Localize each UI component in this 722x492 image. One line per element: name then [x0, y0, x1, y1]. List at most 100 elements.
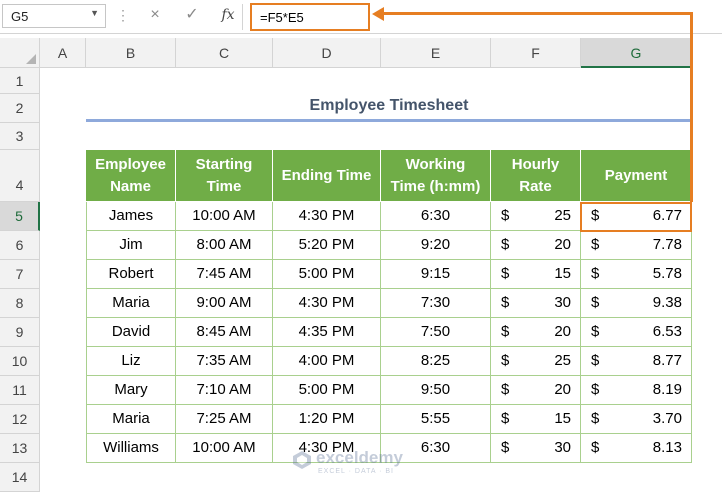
- table-cell-name[interactable]: James: [86, 202, 176, 231]
- cancel-icon[interactable]: ×: [145, 5, 165, 25]
- table-cell-start[interactable]: 9:00 AM: [176, 289, 273, 318]
- table-cell-pay[interactable]: $6.53: [581, 318, 692, 347]
- sheet-title[interactable]: Employee Timesheet: [86, 97, 692, 115]
- cell-value: 8.13: [652, 439, 682, 456]
- table-cell-work[interactable]: 6:30: [381, 202, 491, 231]
- row-header-11[interactable]: 11: [0, 376, 40, 405]
- watermark-name: exceldemy: [316, 448, 403, 467]
- table-cell-name[interactable]: David: [86, 318, 176, 347]
- table-cell-name[interactable]: Liz: [86, 347, 176, 376]
- column-header-a[interactable]: A: [40, 38, 86, 68]
- currency-symbol: $: [501, 323, 510, 340]
- header-text: Hourly: [511, 155, 560, 173]
- table-cell-end[interactable]: 5:20 PM: [273, 231, 381, 260]
- table-cell-pay[interactable]: $8.19: [581, 376, 692, 405]
- column-header-d[interactable]: D: [273, 38, 381, 68]
- row-header-12[interactable]: 12: [0, 405, 40, 434]
- cell-value: 25: [554, 207, 571, 224]
- table-cell-start[interactable]: 7:45 AM: [176, 260, 273, 289]
- row-header-6[interactable]: 6: [0, 231, 40, 260]
- table-cell-pay[interactable]: $7.78: [581, 231, 692, 260]
- table-cell-work[interactable]: 5:55: [381, 405, 491, 434]
- header-hourly-rate[interactable]: Hourly Rate: [491, 150, 581, 202]
- row-header-2[interactable]: 2: [0, 94, 40, 123]
- column-header-c[interactable]: C: [176, 38, 273, 68]
- name-box[interactable]: G5 ▼: [2, 4, 106, 28]
- enter-icon[interactable]: ✓: [182, 5, 202, 25]
- table-cell-end[interactable]: 5:00 PM: [273, 260, 381, 289]
- table-cell-name[interactable]: Maria: [86, 405, 176, 434]
- row-header-1[interactable]: 1: [0, 68, 40, 94]
- table-cell-rate[interactable]: $25: [491, 202, 581, 231]
- table-cell-rate[interactable]: $20: [491, 318, 581, 347]
- table-cell-end[interactable]: 1:20 PM: [273, 405, 381, 434]
- table-cell-pay[interactable]: $8.13: [581, 434, 692, 463]
- column-header-e[interactable]: E: [381, 38, 491, 68]
- row-header-8[interactable]: 8: [0, 289, 40, 318]
- table-cell-pay[interactable]: $5.78: [581, 260, 692, 289]
- cell-value: 20: [554, 236, 571, 253]
- table-cell-work[interactable]: 7:30: [381, 289, 491, 318]
- table-cell-rate[interactable]: $20: [491, 376, 581, 405]
- table-cell-work[interactable]: 9:50: [381, 376, 491, 405]
- table-cell-name[interactable]: Jim: [86, 231, 176, 260]
- table-cell-work[interactable]: 9:15: [381, 260, 491, 289]
- row-header-4[interactable]: 4: [0, 150, 40, 202]
- table-cell-rate[interactable]: $15: [491, 405, 581, 434]
- header-working-time[interactable]: Working Time (h:mm): [381, 150, 491, 202]
- select-all-button[interactable]: [0, 38, 40, 68]
- table-cell-start[interactable]: 8:45 AM: [176, 318, 273, 347]
- currency-symbol: $: [501, 294, 510, 311]
- header-ending-time[interactable]: Ending Time: [273, 150, 381, 202]
- header-text: Time (h:mm): [390, 177, 481, 195]
- chevron-down-icon[interactable]: ▼: [90, 8, 99, 18]
- table-cell-start[interactable]: 7:10 AM: [176, 376, 273, 405]
- header-payment[interactable]: Payment: [581, 150, 692, 202]
- table-cell-work[interactable]: 8:25: [381, 347, 491, 376]
- header-text: Rate: [519, 177, 552, 195]
- cell-value: 20: [554, 381, 571, 398]
- table-cell-name[interactable]: Robert: [86, 260, 176, 289]
- row-header-5[interactable]: 5: [0, 202, 40, 231]
- table-cell-rate[interactable]: $30: [491, 289, 581, 318]
- cell-value: 7.78: [652, 236, 682, 253]
- header-starting-time[interactable]: Starting Time: [176, 150, 273, 202]
- row-header-7[interactable]: 7: [0, 260, 40, 289]
- table-cell-start[interactable]: 7:35 AM: [176, 347, 273, 376]
- column-header-g[interactable]: G: [581, 38, 692, 68]
- table-cell-end[interactable]: 4:35 PM: [273, 318, 381, 347]
- table-cell-rate[interactable]: $20: [491, 231, 581, 260]
- table-cell-work[interactable]: 9:20: [381, 231, 491, 260]
- row-header-9[interactable]: 9: [0, 318, 40, 347]
- cell-value: 5.78: [652, 265, 682, 282]
- table-cell-rate[interactable]: $15: [491, 260, 581, 289]
- row-header-14[interactable]: 14: [0, 463, 40, 492]
- formula-input[interactable]: =F5*E5: [250, 3, 370, 31]
- table-cell-name[interactable]: Maria: [86, 289, 176, 318]
- table-cell-work[interactable]: 7:50: [381, 318, 491, 347]
- currency-symbol: $: [501, 265, 510, 282]
- table-cell-name[interactable]: Mary: [86, 376, 176, 405]
- currency-symbol: $: [501, 207, 510, 224]
- header-employee-name[interactable]: Employee Name: [86, 150, 176, 202]
- table-cell-start[interactable]: 7:25 AM: [176, 405, 273, 434]
- table-cell-pay[interactable]: $9.38: [581, 289, 692, 318]
- table-cell-name[interactable]: Williams: [86, 434, 176, 463]
- table-cell-end[interactable]: 5:00 PM: [273, 376, 381, 405]
- table-cell-pay[interactable]: $8.77: [581, 347, 692, 376]
- row-header-3[interactable]: 3: [0, 123, 40, 150]
- table-cell-end[interactable]: 4:30 PM: [273, 202, 381, 231]
- table-cell-end[interactable]: 4:30 PM: [273, 289, 381, 318]
- table-cell-rate[interactable]: $25: [491, 347, 581, 376]
- table-cell-pay[interactable]: $3.70: [581, 405, 692, 434]
- table-cell-rate[interactable]: $30: [491, 434, 581, 463]
- insert-function-icon[interactable]: fx: [218, 5, 238, 25]
- table-cell-end[interactable]: 4:00 PM: [273, 347, 381, 376]
- row-header-10[interactable]: 10: [0, 347, 40, 376]
- row-header-13[interactable]: 13: [0, 434, 40, 463]
- table-cell-start[interactable]: 8:00 AM: [176, 231, 273, 260]
- column-header-b[interactable]: B: [86, 38, 176, 68]
- table-cell-start[interactable]: 10:00 AM: [176, 202, 273, 231]
- table-cell-start[interactable]: 10:00 AM: [176, 434, 273, 463]
- column-header-f[interactable]: F: [491, 38, 581, 68]
